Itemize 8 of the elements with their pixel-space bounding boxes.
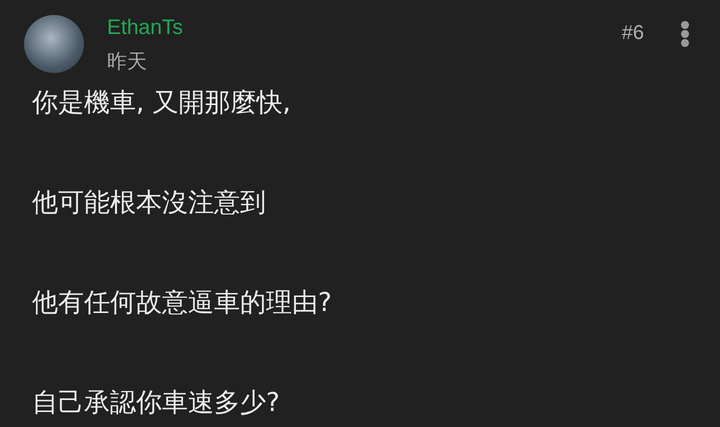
more-icon[interactable] xyxy=(680,21,690,47)
post-paragraph: 他有任何故意逼車的理由? xyxy=(32,287,333,320)
floor-number: #6 xyxy=(622,22,644,45)
post-paragraph: 自己承認你車速多少? xyxy=(32,387,281,420)
post-paragraph: 他可能根本沒注意到 xyxy=(32,187,267,220)
post-time: 昨天 xyxy=(107,48,148,75)
author-name[interactable]: EthanTs xyxy=(107,15,622,41)
post-paragraph: 你是機車, 又開那麼快, xyxy=(32,87,292,120)
